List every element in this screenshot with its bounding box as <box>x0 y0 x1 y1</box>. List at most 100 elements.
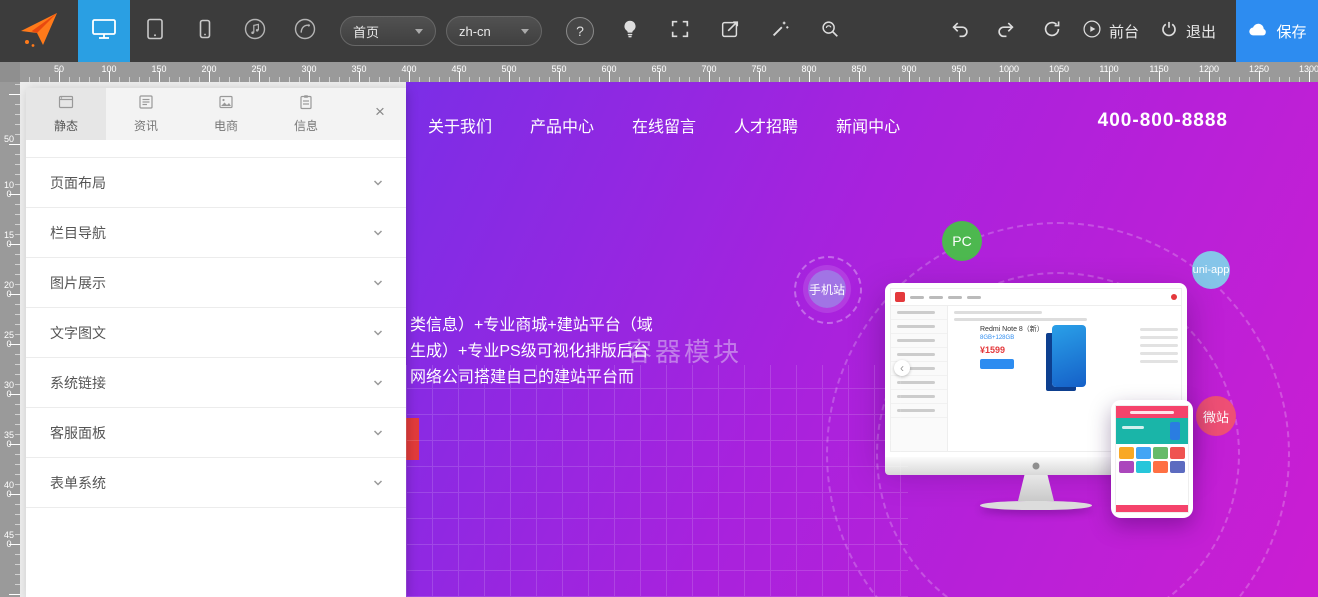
product-spec: 8GB+128GB <box>980 334 1044 342</box>
tab-ecommerce[interactable]: 电商 <box>186 88 266 140</box>
music-note-icon <box>243 17 267 46</box>
top-toolbar: 首页 zh-cn ? <box>0 0 1318 62</box>
ruler-label: 950 <box>951 64 966 74</box>
tab-news[interactable]: 资讯 <box>106 88 186 140</box>
ruler-label: 350 <box>351 64 366 74</box>
effects-toggle-button[interactable] <box>280 0 330 62</box>
ruler-vertical: 50100150200250300350400450 <box>0 82 20 597</box>
phone-icon <box>193 17 217 46</box>
ruler-label: 100 <box>101 64 116 74</box>
panel-tabs: 静态 资讯 电商 信息 × <box>26 88 406 140</box>
widget-panel: 静态 资讯 电商 信息 × <box>26 88 406 597</box>
panel-item-system-links[interactable]: 系统链接 <box>26 358 406 408</box>
ruler-label: 300 <box>301 64 316 74</box>
save-label: 保存 <box>1276 21 1306 42</box>
chevron-down-icon <box>372 377 384 389</box>
platform-badge-weizhan: 微站 <box>1196 396 1236 436</box>
platform-badge-mobile: 手机站 <box>808 270 846 308</box>
chevron-down-icon <box>372 327 384 339</box>
tab-static[interactable]: 静态 <box>26 88 106 140</box>
ruler-label: 850 <box>851 64 866 74</box>
help-button[interactable]: ? <box>564 15 596 47</box>
panel-item-image-display[interactable]: 图片展示 <box>26 258 406 308</box>
ruler-label: 750 <box>751 64 766 74</box>
ruler-label: 1050 <box>1049 64 1069 74</box>
ruler-label: 1100 <box>1099 64 1118 74</box>
panel-item-text-graphics[interactable]: 文字图文 <box>26 308 406 358</box>
platform-badge-uniapp: uni-app <box>1192 251 1230 289</box>
ruler-label: 50 <box>4 135 14 144</box>
magic-wand-icon <box>769 18 791 45</box>
ruler-label: 550 <box>551 64 566 74</box>
site-preview[interactable]: 关于我们 产品中心 在线留言 人才招聘 新闻中心 400-800-8888 类信… <box>406 82 1318 597</box>
ruler-label: 450 <box>4 531 14 549</box>
panel-item-service-panel[interactable]: 客服面板 <box>26 408 406 458</box>
tab-info[interactable]: 信息 <box>266 88 346 140</box>
nav-link-products[interactable]: 产品中心 <box>530 113 594 137</box>
panel-close-button[interactable]: × <box>368 100 392 124</box>
effects-swirl-icon <box>293 17 317 46</box>
ruler-label: 150 <box>151 64 166 74</box>
product-name: Redmi Note 8（新） <box>980 325 1044 334</box>
cloud-icon <box>1247 20 1269 42</box>
magic-wand-button[interactable] <box>764 15 796 47</box>
undo-button[interactable] <box>944 15 976 47</box>
ruler-label: 1000 <box>999 64 1019 74</box>
redo-button[interactable] <box>990 15 1022 47</box>
device-tablet-button[interactable] <box>130 0 180 62</box>
chevron-down-icon <box>372 477 384 489</box>
device-desktop-button[interactable] <box>78 0 130 62</box>
site-phone-number: 400-800-8888 <box>1098 110 1228 132</box>
redo-icon <box>994 18 1018 45</box>
paper-plane-logo-icon <box>17 9 61 54</box>
device-phone-button[interactable] <box>180 0 230 62</box>
mobile-banner <box>1116 418 1188 444</box>
fullscreen-button[interactable] <box>664 15 696 47</box>
mobile-product-grid <box>1116 444 1188 505</box>
toolbar-right-group: 前台 退出 保存 <box>944 0 1318 62</box>
close-icon: × <box>375 102 385 122</box>
export-edit-button[interactable] <box>714 15 746 47</box>
front-site-label: 前台 <box>1109 21 1139 42</box>
admin-logo <box>895 292 905 302</box>
panel-item-page-layout[interactable]: 页面布局 <box>26 158 406 208</box>
front-site-button[interactable]: 前台 <box>1082 19 1139 43</box>
product-image <box>1052 325 1086 387</box>
panel-item-column-nav[interactable]: 栏目导航 <box>26 208 406 258</box>
editor-canvas: 关于我们 产品中心 在线留言 人才招聘 新闻中心 400-800-8888 类信… <box>20 82 1318 597</box>
exit-button[interactable]: 退出 <box>1159 19 1216 43</box>
refresh-button[interactable] <box>1036 15 1068 47</box>
tips-button[interactable] <box>614 15 646 47</box>
help-icon: ? <box>566 17 594 45</box>
nav-link-about[interactable]: 关于我们 <box>428 113 492 137</box>
app-logo[interactable] <box>0 0 78 62</box>
nav-link-news[interactable]: 新闻中心 <box>836 113 900 137</box>
ruler-label: 350 <box>4 431 14 449</box>
ruler-label: 500 <box>501 64 516 74</box>
ruler-label: 1300 <box>1299 64 1318 74</box>
nav-link-message[interactable]: 在线留言 <box>632 113 696 137</box>
ruler-label: 1250 <box>1249 64 1269 74</box>
monitor-icon <box>91 17 117 46</box>
mobile-mockup <box>1111 400 1193 518</box>
news-lines-icon <box>138 94 154 113</box>
ruler-label: 200 <box>201 64 216 74</box>
ruler-label: 1150 <box>1149 64 1168 74</box>
nav-link-jobs[interactable]: 人才招聘 <box>734 113 798 137</box>
search-check-button[interactable] <box>814 15 846 47</box>
panel-item-form-system[interactable]: 表单系统 <box>26 458 406 508</box>
mobile-header <box>1116 406 1188 418</box>
save-button[interactable]: 保存 <box>1236 0 1318 62</box>
refresh-icon <box>1041 18 1063 45</box>
admin-right-panel <box>1140 328 1178 368</box>
clipboard-icon <box>298 94 314 113</box>
mobile-footer <box>1116 505 1188 512</box>
banner-phone-image <box>1170 422 1180 440</box>
panel-list: 页面布局 栏目导航 图片展示 文字图文 系统链接 客服面板 <box>26 157 406 508</box>
ruler-label: 900 <box>901 64 916 74</box>
language-select-dropdown[interactable]: zh-cn <box>446 16 542 46</box>
page-select-dropdown[interactable]: 首页 <box>340 16 436 46</box>
music-toggle-button[interactable] <box>230 0 280 62</box>
chevron-down-icon <box>372 227 384 239</box>
undo-icon <box>948 18 972 45</box>
